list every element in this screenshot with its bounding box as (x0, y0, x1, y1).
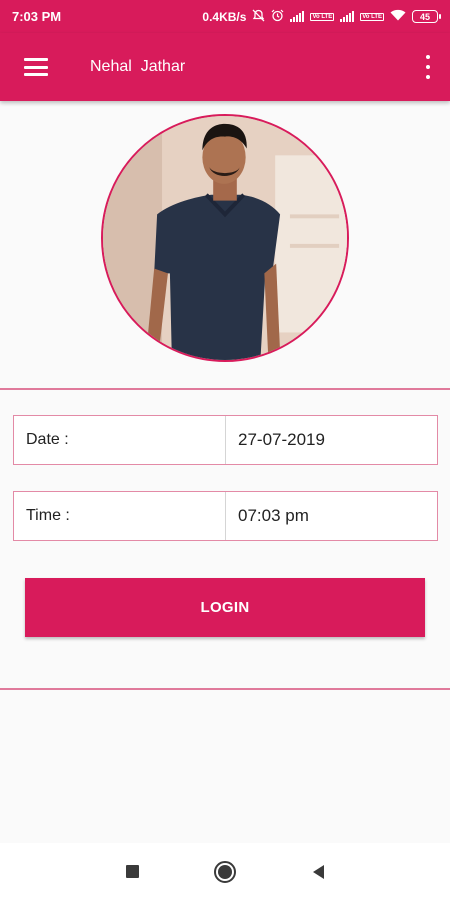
back-button[interactable] (288, 843, 348, 900)
recents-button[interactable] (102, 843, 162, 900)
volte-badge: Vo LTE (310, 12, 335, 21)
divider-top (0, 388, 450, 390)
time-value: 07:03 pm (238, 506, 309, 525)
recents-icon (125, 865, 139, 878)
hamburger-menu-icon (24, 58, 48, 76)
mute-icon (252, 9, 265, 25)
app-bar: Nehal Jathar (0, 33, 450, 101)
alarm-icon (271, 9, 284, 25)
date-value: 27-07-2019 (238, 430, 325, 449)
volte-badge: Vo LTE (360, 12, 384, 21)
hamburger-menu-button[interactable] (0, 33, 72, 101)
signal-icon (290, 11, 305, 22)
date-label: Date : (14, 416, 226, 464)
battery-level: 45 (419, 11, 430, 22)
network-speed: 0.4KB/s (202, 9, 247, 24)
profile-photo (103, 116, 347, 360)
more-vert-icon[interactable] (420, 55, 436, 79)
login-button[interactable]: LOGIN (25, 578, 425, 637)
status-time: 7:03 PM (12, 9, 62, 24)
battery-icon: 45 (412, 10, 441, 23)
navigation-bar (0, 843, 450, 900)
time-label: Time : (14, 492, 226, 540)
wifi-icon (390, 9, 406, 24)
status-bar: 7:03 PM 0.4KB/s Vo LTE Vo LTE 45 (0, 0, 450, 33)
signal-icon (340, 11, 355, 22)
status-icons: 0.4KB/s Vo LTE Vo LTE 45 (202, 9, 441, 25)
time-row: Time : 07:03 pm (13, 491, 438, 541)
app-title: Nehal Jathar (90, 58, 186, 75)
date-row: Date : 27-07-2019 (13, 415, 438, 465)
home-icon (214, 860, 236, 883)
profile-avatar (101, 114, 349, 362)
home-button[interactable] (195, 843, 255, 900)
divider-bottom (0, 688, 450, 690)
back-icon (312, 864, 324, 879)
